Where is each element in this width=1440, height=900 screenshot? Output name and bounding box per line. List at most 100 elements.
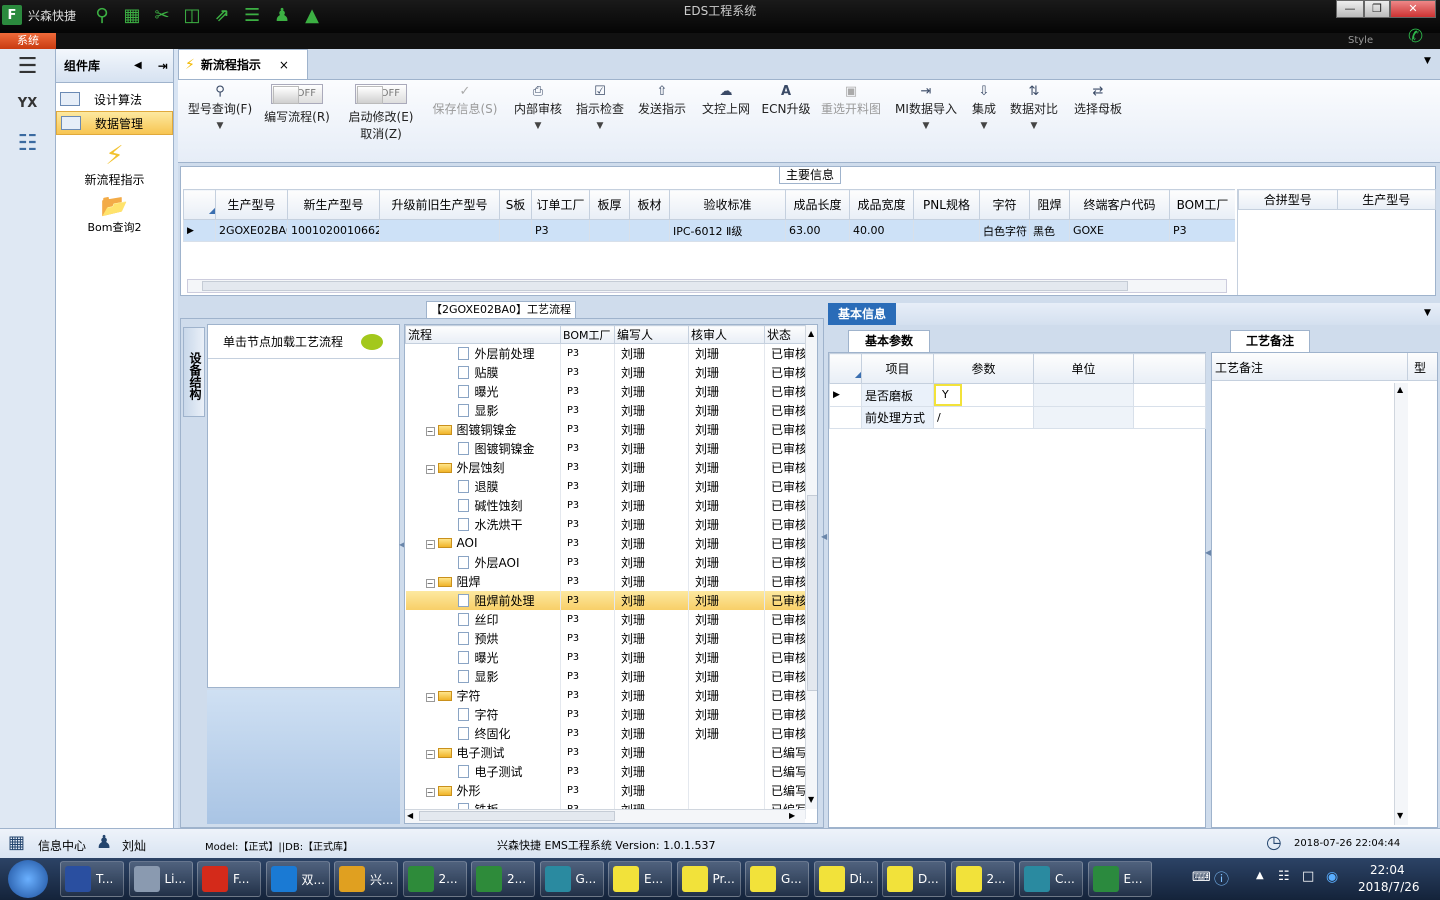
taskbar-app-button[interactable]: Pr... — [676, 861, 741, 897]
tree-node-cell[interactable]: 电子测试 — [405, 761, 561, 781]
table-row[interactable]: ▶ 2GOXE02BA0 10010200106625 P3 IPC-6012 … — [183, 219, 1235, 242]
table-cell[interactable] — [589, 219, 630, 242]
table-cell[interactable]: 63.00 — [785, 219, 850, 242]
column-header[interactable]: BOM工厂 — [1169, 189, 1235, 220]
table-cell[interactable]: 40.00 — [849, 219, 914, 242]
tree-node-cell[interactable]: − 阻焊 — [405, 571, 561, 591]
tree-node-cell[interactable]: 显影 — [405, 400, 561, 420]
table-cell[interactable]: P3 — [531, 219, 590, 242]
taskbar-app-button[interactable]: T... — [60, 861, 124, 897]
scroll-left-icon[interactable]: ◀ — [407, 811, 413, 820]
tree-node-cell[interactable]: 预烘 — [405, 628, 561, 648]
table-row[interactable]: 前处理方式 / — [829, 406, 1206, 429]
column-header[interactable]: 升级前旧生产型号 — [379, 189, 500, 220]
comp-item-bom-query[interactable]: 📂 Bom查询2 — [56, 194, 173, 235]
collapse-node-icon[interactable]: − — [425, 426, 435, 436]
column-header[interactable]: 合拼型号 — [1238, 189, 1338, 210]
start-modify-toggle[interactable]: OFF 启动修改(E) 取消(Z) — [344, 84, 418, 142]
table-cell[interactable] — [379, 219, 500, 242]
mi-import-button[interactable]: ⇥ MI数据导入 ▼ — [892, 84, 960, 131]
column-header[interactable]: 新生产型号 — [287, 189, 380, 220]
info-center-link[interactable]: 信息中心 — [38, 837, 86, 854]
scroll-down-icon[interactable]: ▼ — [808, 795, 814, 804]
tree-row[interactable]: − AOI P3 刘珊 刘珊 已审核 — [405, 533, 806, 553]
table-cell[interactable]: IPC-6012 Ⅱ级 — [669, 219, 786, 242]
tree-row[interactable]: 水洗烘干 P3 刘珊 刘珊 已审核 — [405, 514, 806, 534]
taskbar-app-button[interactable]: C... — [1019, 861, 1083, 897]
taskbar-time[interactable]: 22:04 — [1370, 863, 1405, 877]
minimize-button[interactable]: — — [1336, 0, 1364, 18]
column-header[interactable]: 订单工厂 — [531, 189, 590, 220]
tree-node-cell[interactable]: 字符 — [405, 704, 561, 724]
tree-row[interactable]: 退膜 P3 刘珊 刘珊 已审核 — [405, 476, 806, 496]
column-header[interactable]: 状态 — [764, 325, 806, 344]
tree-row[interactable]: 显影 P3 刘珊 刘珊 已审核 — [405, 400, 806, 420]
vertical-scrollbar[interactable]: ▲ ▼ — [1394, 383, 1408, 825]
taskbar-app-button[interactable]: 兴... — [334, 861, 398, 897]
taskbar-app-button[interactable]: 2... — [471, 861, 535, 897]
column-header[interactable]: 工艺备注 — [1212, 353, 1408, 380]
scrollbar-thumb[interactable] — [202, 281, 1128, 291]
tree-row[interactable]: 曝光 P3 刘珊 刘珊 已审核 — [405, 381, 806, 401]
column-header[interactable]: 阻焊 — [1029, 189, 1070, 220]
collapse-node-icon[interactable]: − — [425, 540, 435, 549]
scroll-down-icon[interactable]: ▼ — [1397, 811, 1403, 820]
tree-node-cell[interactable]: 退膜 — [405, 476, 561, 496]
taskbar-app-button[interactable]: 双... — [265, 861, 330, 897]
column-header[interactable]: 参数 — [933, 353, 1034, 384]
table-cell[interactable]: 黑色 — [1029, 219, 1070, 242]
edit-flow-switch[interactable]: OFF — [271, 84, 323, 104]
style-label[interactable]: Style — [1348, 35, 1373, 46]
table-cell[interactable] — [629, 219, 670, 242]
network-icon[interactable]: ☷ — [1278, 869, 1290, 884]
scroll-up-icon[interactable]: ▲ — [808, 329, 814, 338]
restore-button[interactable]: ❐ — [1364, 0, 1390, 18]
tree-row[interactable]: − 图镀铜镍金 P3 刘珊 刘珊 已审核 — [405, 419, 806, 439]
tree-row[interactable]: 显影 P3 刘珊 刘珊 已审核 — [405, 666, 806, 686]
tree-row[interactable]: − 阻焊 P3 刘珊 刘珊 已审核 — [405, 571, 806, 591]
internal-review-button[interactable]: ⎙ 内部审核 ▼ — [510, 84, 566, 131]
tree-node-cell[interactable]: 显影 — [405, 666, 561, 686]
tree-row[interactable]: 贴膜 P3 刘珊 刘珊 已审核 — [405, 362, 806, 382]
close-button[interactable]: ✕ — [1390, 0, 1436, 18]
data-compare-button[interactable]: ⇅ 数据对比 ▼ — [1008, 84, 1060, 131]
comp-item-design-algorithm[interactable]: 设计算法 — [56, 87, 173, 111]
column-header[interactable]: BOM工厂 — [560, 325, 615, 344]
tree-node-cell[interactable]: − 外层蚀刻 — [405, 457, 561, 477]
tree-row[interactable]: 图镀铜镍金 P3 刘珊 刘珊 已审核 — [405, 438, 806, 458]
taskbar-app-button[interactable]: 2... — [950, 861, 1015, 897]
tree-node-cell[interactable]: 碱性蚀刻 — [405, 495, 561, 515]
splitter-arrow-icon[interactable]: ◀ — [821, 532, 827, 541]
tree-row[interactable]: − 字符 P3 刘珊 刘珊 已审核 — [405, 685, 806, 705]
send-instruction-button[interactable]: ⇧ 发送指示 — [634, 84, 690, 117]
tree-node-cell[interactable]: 贴膜 — [405, 362, 561, 382]
cancel-label[interactable]: 取消(Z) — [344, 125, 418, 142]
column-header[interactable]: 成品长度 — [785, 189, 850, 220]
table-cell[interactable]: P3 — [1169, 219, 1235, 242]
keyboard-icon[interactable]: ⌨ — [1192, 870, 1211, 885]
help-icon[interactable]: ⓘ — [1214, 868, 1229, 889]
column-header[interactable]: 终端客户代码 — [1069, 189, 1170, 220]
taskbar-app-button[interactable]: G... — [745, 861, 809, 897]
calendar-module-icon[interactable]: ☷ — [0, 123, 55, 163]
collapse-node-icon[interactable]: − — [425, 692, 435, 702]
tree-node-cell[interactable]: 图镀铜镍金 — [405, 438, 561, 458]
column-header[interactable]: 单位 — [1033, 353, 1134, 384]
tree-node-cell[interactable]: − 外形 — [405, 780, 561, 800]
select-motherboard-button[interactable]: ⇄ 选择母板 — [1070, 84, 1126, 117]
tree-node-cell[interactable]: 终固化 — [405, 723, 561, 743]
param-value-input[interactable]: Y — [934, 384, 962, 406]
column-header[interactable]: 板厚 — [589, 189, 630, 220]
scroll-up-icon[interactable]: ▲ — [1397, 385, 1403, 394]
reselect-cutting-button[interactable]: ▣ 重选开料图 — [818, 84, 884, 117]
collapse-left-icon[interactable]: ◀ — [134, 60, 142, 71]
panel-dropdown-icon[interactable]: ▼ — [1424, 308, 1431, 318]
tree-row[interactable]: 碱性蚀刻 P3 刘珊 刘珊 已审核 — [405, 495, 806, 515]
tab-list-dropdown-icon[interactable]: ▼ — [1424, 56, 1431, 66]
column-header[interactable]: 型 — [1408, 353, 1426, 380]
tab-basic-params[interactable]: 基本参数 — [848, 330, 930, 352]
tab-system[interactable]: 系统 — [0, 33, 56, 49]
tree-row[interactable]: − 电子测试 P3 刘珊 已编写 — [405, 742, 806, 762]
shield-icon[interactable]: ◉ — [1326, 869, 1338, 885]
monitor-icon[interactable]: □ — [1302, 869, 1314, 884]
